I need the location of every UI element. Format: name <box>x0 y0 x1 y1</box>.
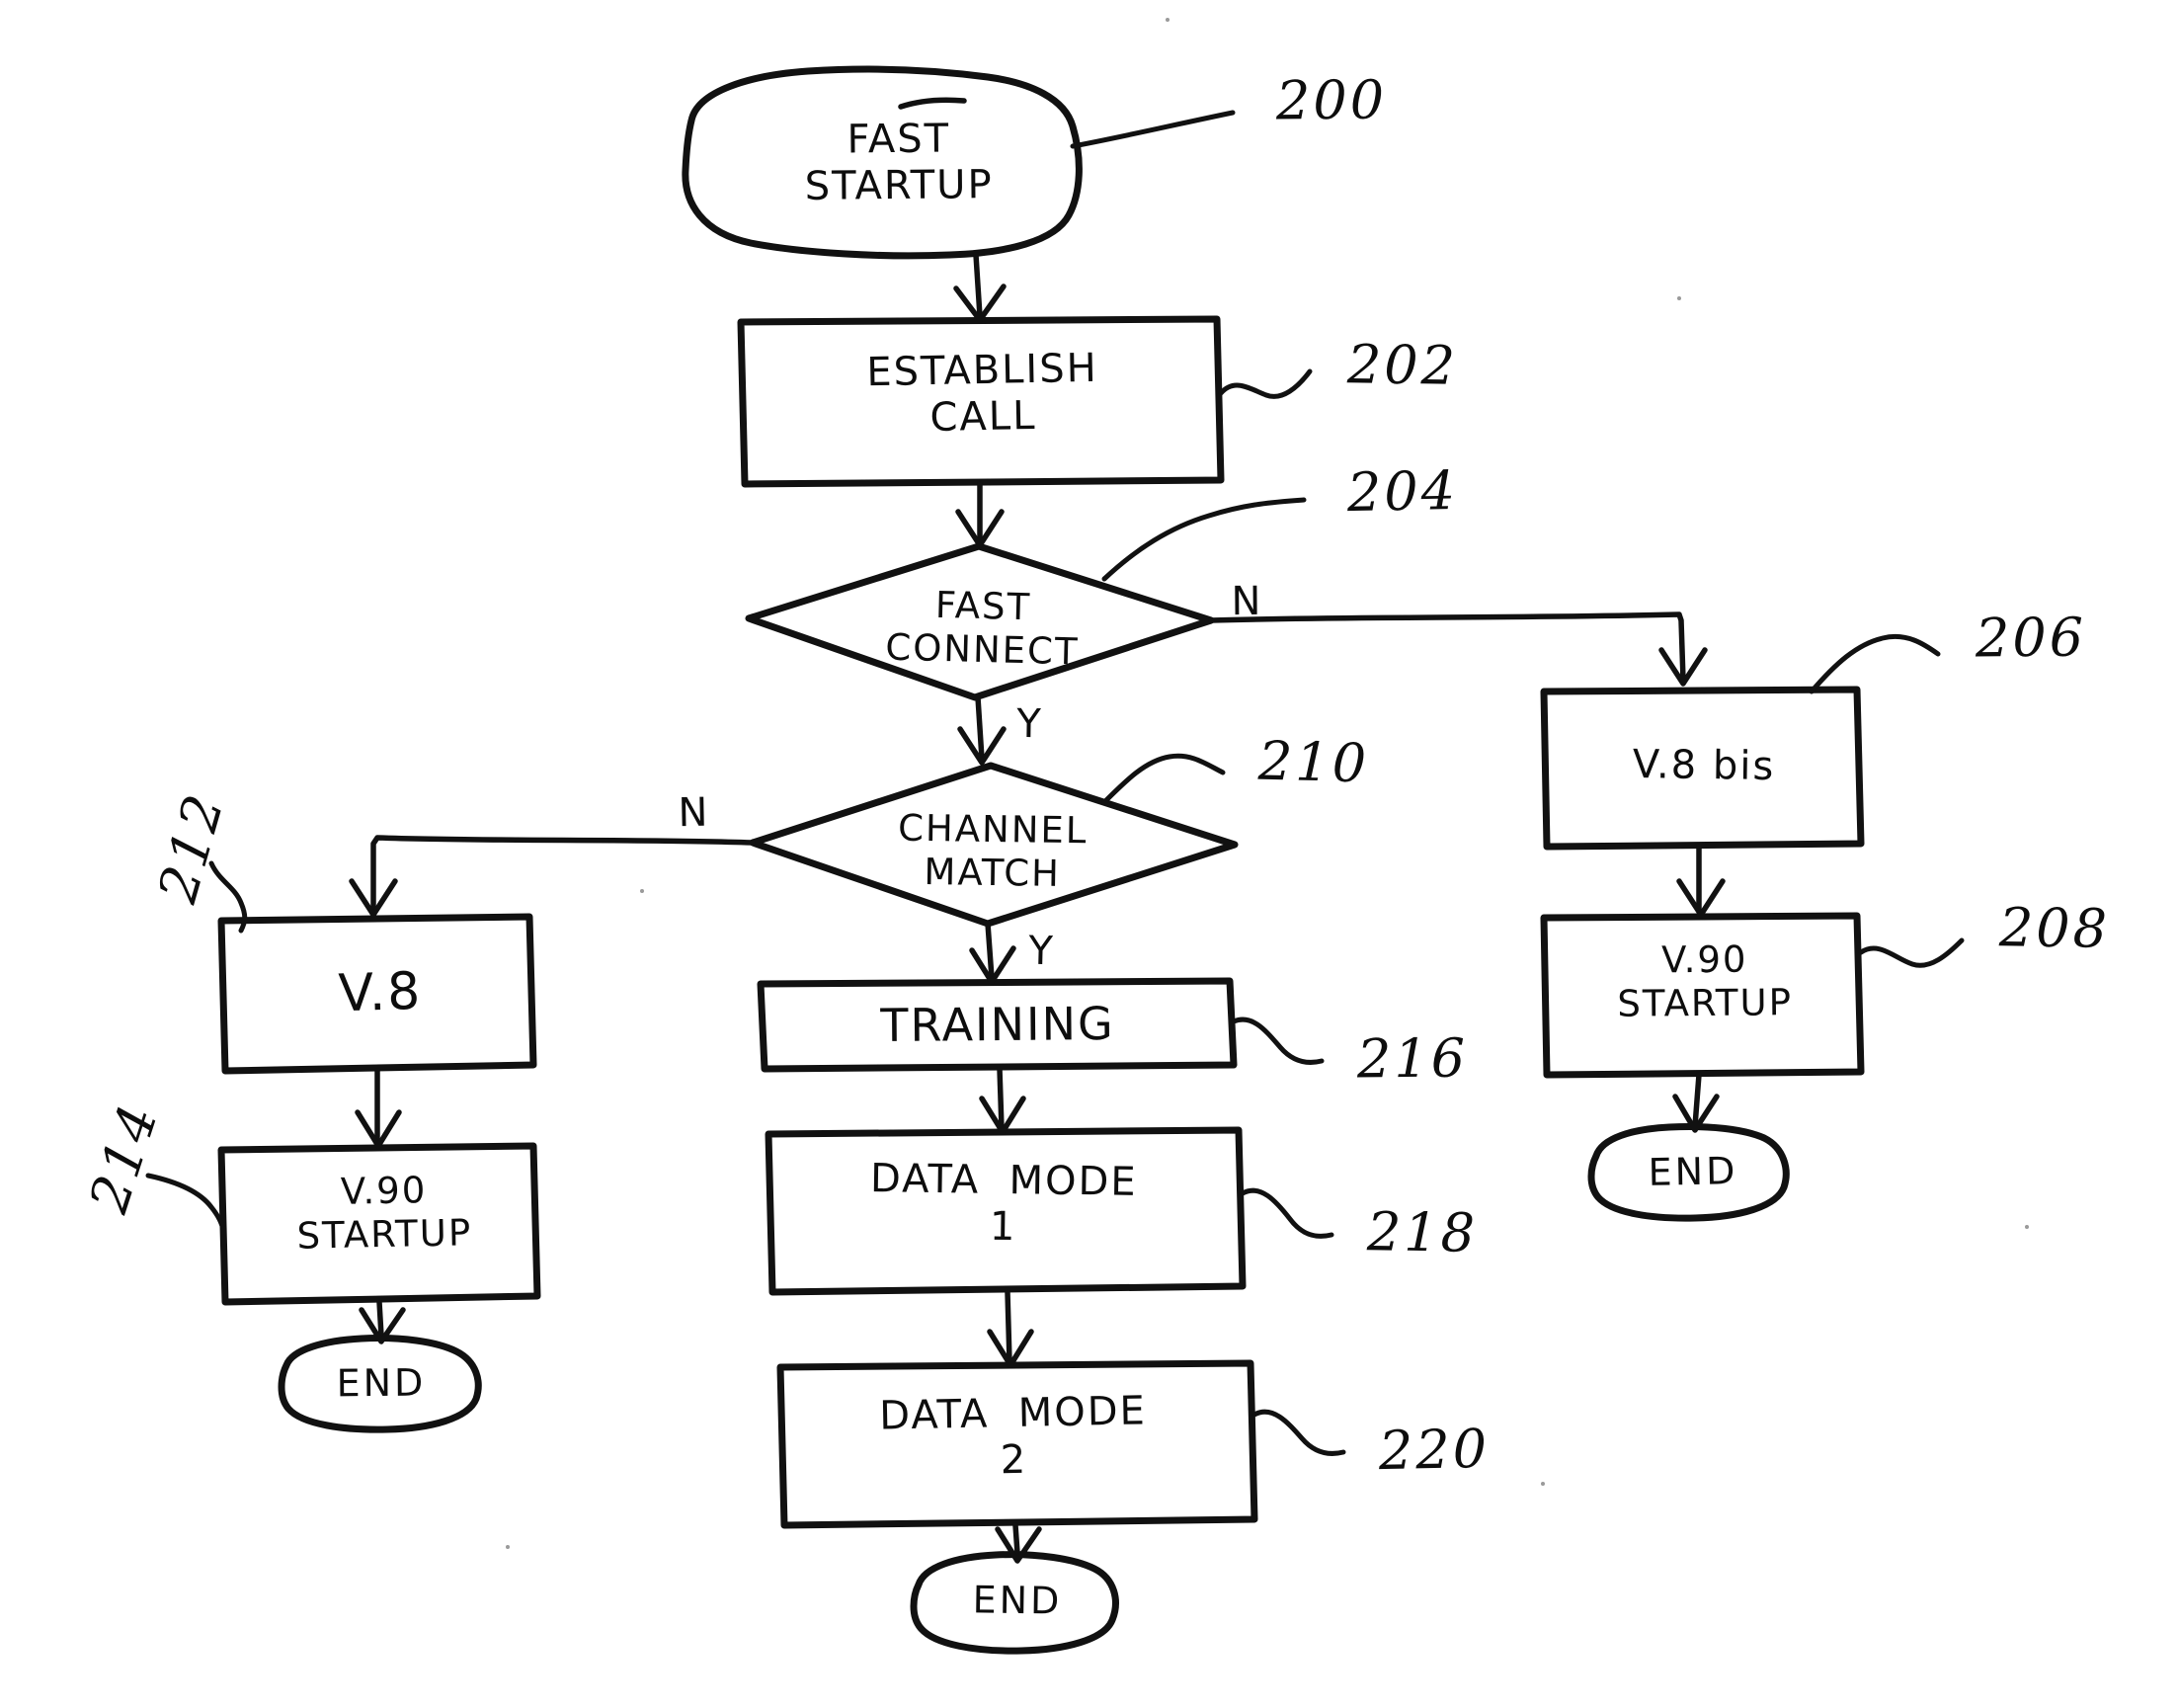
edge-channel-match-no-to-v8 <box>349 835 756 918</box>
node-label-data-mode-1: DATA MODE 1 <box>869 1156 1138 1251</box>
leader-202 <box>1218 368 1313 399</box>
ref-number-204: 204 <box>1346 458 1459 525</box>
ref-number-202: 202 <box>1346 333 1459 397</box>
ref-number-216: 216 <box>1356 1026 1469 1091</box>
edge-label-channel-match-yes: Y <box>1027 928 1055 975</box>
node-label-end-center: END <box>972 1578 1063 1623</box>
edge-v8-to-v90-startup-left <box>355 1068 402 1149</box>
scan-speck <box>1677 296 1681 300</box>
edge-start-to-establish-call <box>953 252 1007 323</box>
leader-216 <box>1231 1017 1325 1065</box>
edge-data-mode-1-to-data-mode-2 <box>987 1289 1034 1368</box>
scan-speck <box>1541 1482 1545 1486</box>
node-label-training: TRAINING <box>880 996 1115 1053</box>
edge-channel-match-yes-to-training <box>969 921 1016 985</box>
node-label-v90-startup-left: V.90 STARTUP <box>296 1169 473 1258</box>
node-label-v8bis: V.8 bis <box>1632 741 1776 790</box>
leader-214 <box>145 1173 226 1232</box>
node-label-v90-startup-right: V.90 STARTUP <box>1617 937 1794 1025</box>
node-label-establish-call: ESTABLISH CALL <box>865 345 1099 442</box>
node-label-end-left: END <box>336 1360 427 1406</box>
edge-training-to-data-mode-1 <box>979 1066 1026 1135</box>
flowchart-canvas: FAST STARTUP ESTABLISH CALL FAST CONNECT… <box>0 0 2178 1708</box>
node-label-fast-connect: FAST CONNECT <box>884 583 1081 674</box>
scan-speck <box>506 1545 510 1549</box>
ref-number-206: 206 <box>1975 606 2087 670</box>
scan-speck <box>640 889 644 893</box>
node-label-v8: V.8 <box>337 961 424 1024</box>
leader-208 <box>1858 937 1965 968</box>
edge-label-channel-match-no: N <box>678 789 709 837</box>
edge-label-fast-connect-no: N <box>1231 578 1262 625</box>
ref-number-208: 208 <box>1998 896 2111 960</box>
leader-204 <box>1101 497 1307 582</box>
ref-number-210: 210 <box>1257 729 1370 795</box>
leader-206 <box>1809 634 1941 694</box>
edge-fast-connect-yes-to-channel-match <box>957 694 1007 766</box>
node-label-end-right: END <box>1648 1149 1738 1194</box>
node-label-channel-match: CHANNEL MATCH <box>897 806 1089 895</box>
ref-number-200: 200 <box>1275 68 1388 132</box>
node-label-start: FAST STARTUP <box>804 116 994 210</box>
edge-fast-connect-no-to-v8bis <box>1208 611 1708 687</box>
leader-218 <box>1240 1187 1334 1239</box>
leader-200 <box>1070 110 1236 149</box>
leader-210 <box>1101 753 1226 805</box>
ref-number-220: 220 <box>1378 1417 1491 1483</box>
leader-220 <box>1251 1409 1346 1456</box>
edge-v8bis-to-v90-startup-right <box>1676 844 1726 918</box>
scan-speck <box>2025 1225 2029 1229</box>
edge-label-fast-connect-yes: Y <box>1015 700 1043 748</box>
ref-number-218: 218 <box>1366 1200 1479 1264</box>
node-label-data-mode-2: DATA MODE 2 <box>878 1388 1148 1484</box>
scan-speck <box>1166 18 1170 22</box>
edge-v90-startup-right-to-end <box>1672 1072 1720 1133</box>
edge-establish-call-to-fast-connect <box>955 481 1005 548</box>
